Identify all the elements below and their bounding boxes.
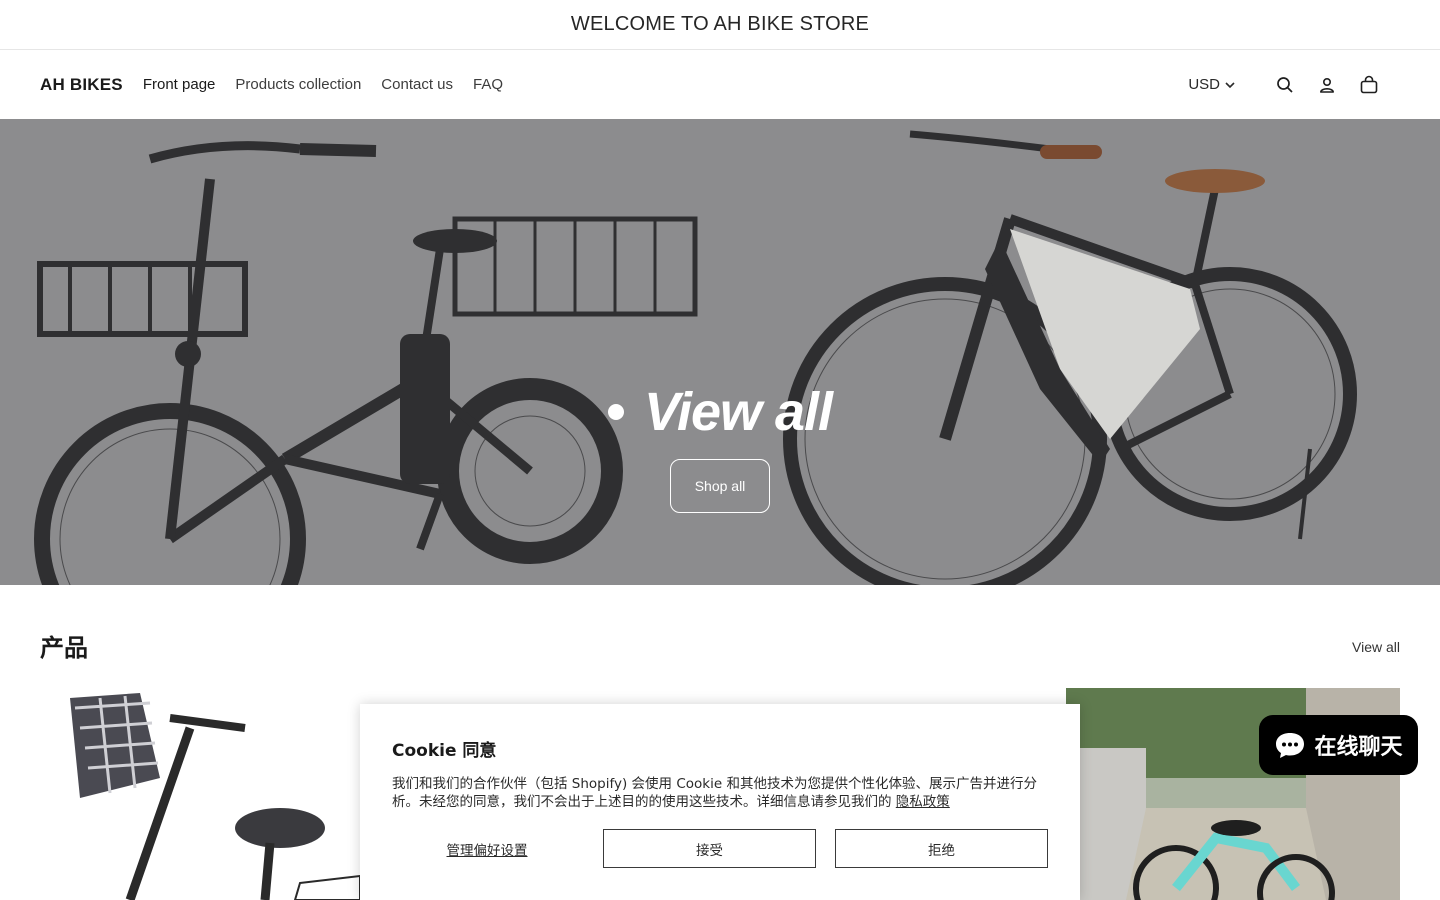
chat-label: 在线聊天 [1314,735,1403,760]
nav-item-faq[interactable]: FAQ [473,76,503,93]
store-logo[interactable]: AH BIKES [40,75,123,95]
cookie-actions: 管理偏好设置 接受 拒绝 [392,829,1048,868]
cart-icon [1360,75,1378,93]
nav-item-front-page[interactable]: Front page [143,76,216,93]
hero-heading: View all [0,381,1440,443]
shop-all-button[interactable]: Shop all [670,459,770,513]
decline-cookies-button[interactable]: 拒绝 [835,829,1048,868]
account-icon [1320,77,1334,93]
nav-item-products-collection[interactable]: Products collection [235,76,361,93]
product-card-image[interactable] [40,688,360,900]
site-header: AH BIKES Front page Products collection … [0,50,1440,119]
privacy-policy-link[interactable]: 隐私政策 [896,794,950,810]
cookie-body: 我们和我们的合作伙伴（包括 Shopify) 会使用 Cookie 和其他技术为… [392,775,1048,811]
product-bike-image [70,693,360,900]
products-section-header: 产品 View all [40,628,1400,664]
chevron-down-icon [1225,81,1235,88]
manage-preferences-button[interactable]: 管理偏好设置 [392,829,582,868]
nav-item-contact-us[interactable]: Contact us [381,76,453,93]
cookie-title: Cookie 同意 [392,741,497,761]
search-icon [1277,76,1293,93]
hero-title: View all [643,382,833,442]
main-nav: Front page Products collection Contact u… [143,76,503,93]
view-all-link[interactable]: View all [1352,639,1400,655]
currency-selector[interactable]: USD [1188,76,1236,93]
hero-banner: View all Shop all [0,119,1440,585]
header-actions: USD [1188,50,1390,119]
products-heading: 产品 [40,634,88,662]
cart-button[interactable] [1348,64,1390,106]
accept-cookies-button[interactable]: 接受 [603,829,816,868]
cookie-consent-banner: Cookie 同意 我们和我们的合作伙伴（包括 Shopify) 会使用 Coo… [360,704,1080,900]
account-button[interactable] [1306,64,1348,106]
hero-content: View all Shop all [0,119,1440,585]
live-chat-button[interactable]: 在线聊天 [1259,715,1418,775]
search-button[interactable] [1264,64,1306,106]
announcement-text: WELCOME TO AH BIKE STORE [570,13,870,35]
bullet-dot-icon [607,404,624,420]
chat-bubble-icon [1276,733,1305,758]
currency-value: USD [1188,76,1220,93]
announcement-bar: WELCOME TO AH BIKE STORE [0,0,1440,50]
